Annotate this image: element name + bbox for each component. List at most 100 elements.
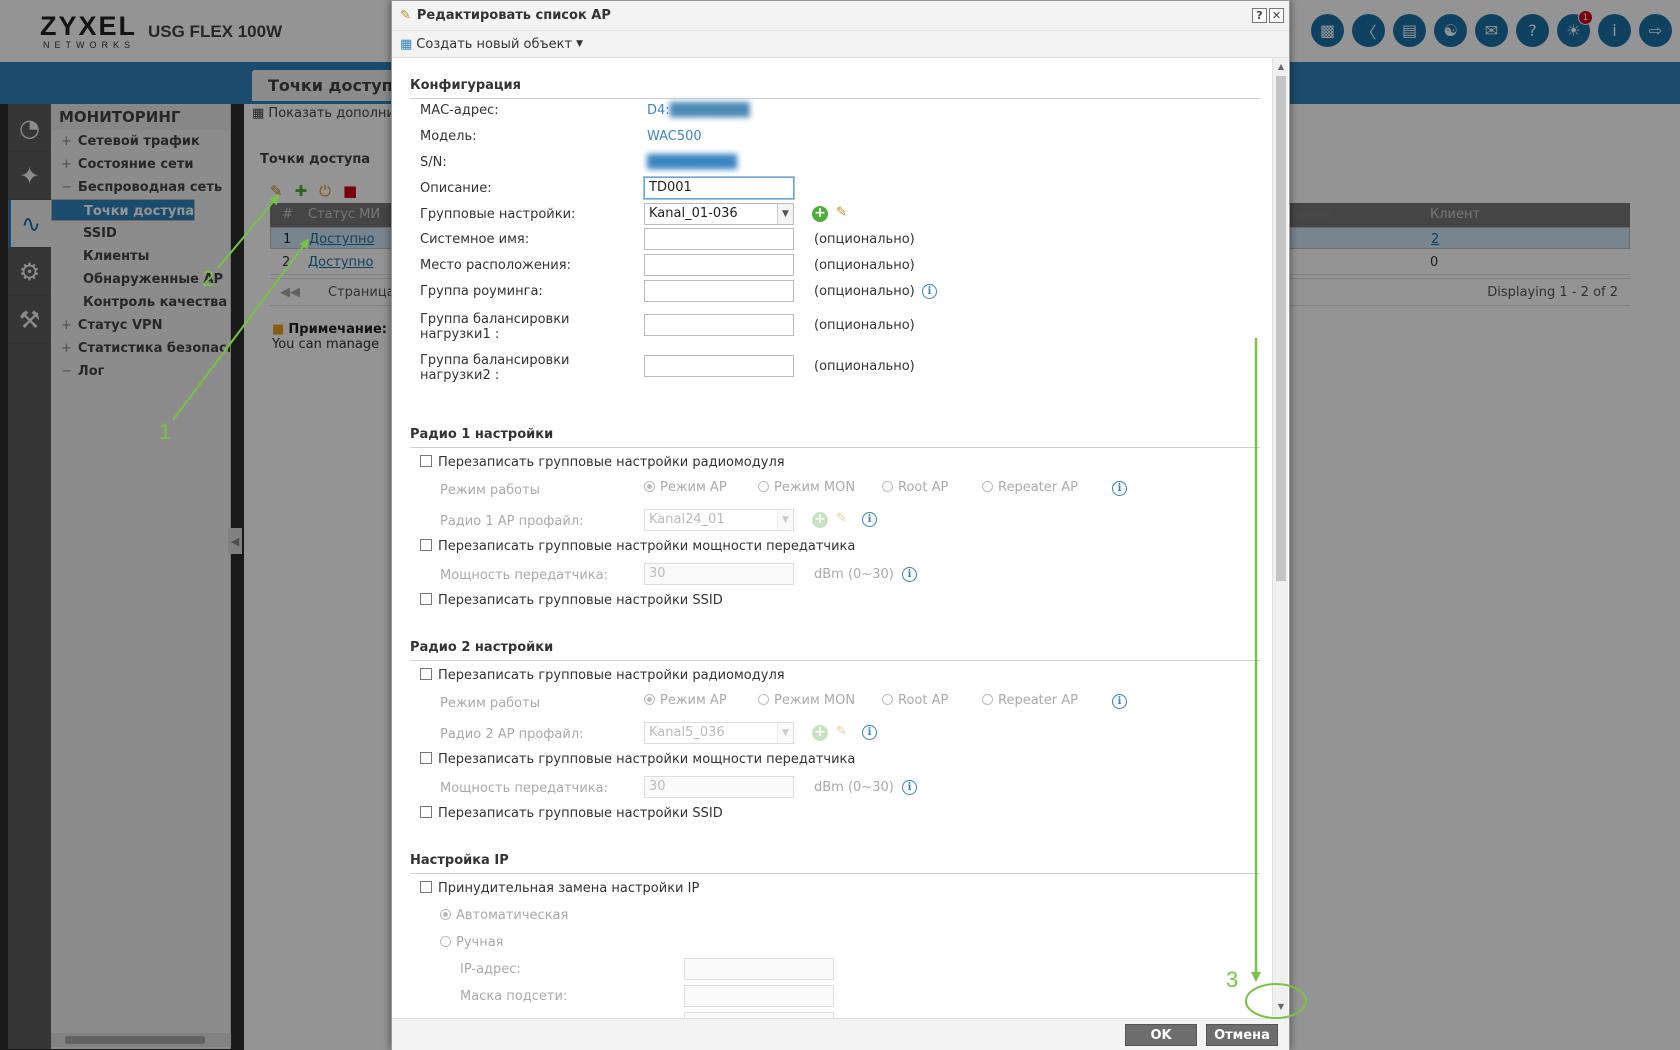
radio2-override-radio-checkbox[interactable]: Перезаписать групповые настройки радиомо… bbox=[420, 668, 785, 683]
ok-button[interactable]: OK bbox=[1125, 1024, 1197, 1046]
system-name-input[interactable] bbox=[644, 228, 794, 250]
lb-group1-label-line2: нагрузки1 : bbox=[420, 327, 500, 342]
radio1-override-power-checkbox[interactable]: Перезаписать групповые настройки мощност… bbox=[420, 539, 855, 554]
lb-group2-label: Группа балансировки нагрузки2 : bbox=[420, 353, 570, 383]
checkbox[interactable] bbox=[420, 668, 432, 680]
checkbox[interactable] bbox=[420, 752, 432, 764]
checkbox-label: Перезаписать групповые настройки SSID bbox=[438, 593, 723, 608]
optional-hint: (опционально) bbox=[814, 318, 915, 333]
chevron-down-icon[interactable]: ▼ bbox=[576, 39, 583, 49]
lb-group1-input[interactable] bbox=[644, 314, 794, 336]
scroll-down-icon[interactable]: ▼ bbox=[1273, 1000, 1289, 1014]
checkbox[interactable] bbox=[420, 881, 432, 893]
lb-group1-label: Группа балансировки нагрузки1 : bbox=[420, 312, 570, 342]
annotation-number-2: 2 bbox=[202, 266, 215, 291]
edit-icon[interactable]: ✎ bbox=[836, 724, 847, 739]
radio1-mode-mon[interactable]: Режим MON bbox=[758, 480, 855, 495]
roaming-group-input[interactable] bbox=[644, 280, 794, 302]
edit-icon[interactable]: ✎ bbox=[836, 511, 847, 526]
radio2-mode-root[interactable]: Root AP bbox=[882, 693, 948, 708]
radio2-override-ssid-checkbox[interactable]: Перезаписать групповые настройки SSID bbox=[420, 806, 723, 821]
optional-hint: (опционально) bbox=[814, 232, 915, 247]
scroll-up-icon[interactable]: ▲ bbox=[1273, 60, 1289, 74]
radio2-profile-value: Kanal5_036 bbox=[649, 725, 725, 740]
info-icon[interactable]: i bbox=[922, 284, 937, 299]
close-icon[interactable]: ✕ bbox=[1269, 8, 1284, 23]
info-icon[interactable]: i bbox=[902, 567, 917, 582]
mac-value-prefix: D4: bbox=[647, 103, 670, 118]
radio1-override-ssid-checkbox[interactable]: Перезаписать групповые настройки SSID bbox=[420, 593, 723, 608]
help-icon[interactable]: ? bbox=[1252, 8, 1267, 23]
radio1-mode-label: Режим работы bbox=[440, 483, 540, 498]
radio1-profile-select[interactable]: Kanal24_01 ▼ bbox=[644, 509, 794, 531]
add-icon[interactable]: + bbox=[812, 206, 828, 222]
optional-hint: (опционально) bbox=[814, 284, 915, 299]
add-icon[interactable]: + bbox=[812, 725, 828, 741]
radio-label: Ручная bbox=[456, 935, 504, 950]
radio1-power-input[interactable]: 30 bbox=[644, 563, 794, 585]
info-icon[interactable]: i bbox=[902, 780, 917, 795]
checkbox[interactable] bbox=[420, 539, 432, 551]
dialog-scrollbar[interactable]: ▲ ▼ bbox=[1272, 58, 1288, 1016]
radio2-mode-repeater[interactable]: Repeater AP bbox=[982, 693, 1078, 708]
radio2-profile-select[interactable]: Kanal5_036 ▼ bbox=[644, 722, 794, 744]
group-settings-select[interactable]: Kanal_01-036 ▼ bbox=[644, 203, 794, 225]
radio-label: Root AP bbox=[898, 693, 949, 708]
edit-ap-dialog: ✎ Редактировать список AP ? ✕ ▦ Создать … bbox=[391, 0, 1290, 1050]
location-label: Место расположения: bbox=[420, 258, 571, 273]
radio-button[interactable] bbox=[982, 694, 993, 705]
chevron-down-icon: ▼ bbox=[777, 204, 793, 224]
radio2-power-input[interactable]: 30 bbox=[644, 776, 794, 798]
radio-label: Root AP bbox=[898, 480, 949, 495]
radio-button[interactable] bbox=[982, 481, 993, 492]
info-icon[interactable]: i bbox=[862, 512, 877, 527]
scrollbar-thumb[interactable] bbox=[1276, 76, 1286, 581]
lb-group2-label-line1: Группа балансировки bbox=[420, 353, 570, 368]
radio2-override-power-checkbox[interactable]: Перезаписать групповые настройки мощност… bbox=[420, 752, 855, 767]
radio-button[interactable] bbox=[758, 694, 769, 705]
info-icon[interactable]: i bbox=[1112, 694, 1127, 709]
radio-button[interactable] bbox=[440, 936, 451, 947]
ip-address-input[interactable] bbox=[684, 958, 834, 980]
ip-manual-radio[interactable]: Ручная bbox=[440, 935, 504, 950]
radio1-mode-repeater[interactable]: Repeater AP bbox=[982, 480, 1078, 495]
radio1-mode-root[interactable]: Root AP bbox=[882, 480, 948, 495]
radio1-profile-label: Радио 1 AP профайл: bbox=[440, 514, 584, 529]
ip-auto-radio[interactable]: Автоматическая bbox=[440, 908, 568, 923]
model-label: Модель: bbox=[420, 129, 477, 144]
radio1-mode-ap[interactable]: Режим AP bbox=[644, 480, 727, 495]
info-icon[interactable]: i bbox=[1112, 481, 1127, 496]
ip-heading: Настройка IP bbox=[410, 853, 1260, 874]
radio-button[interactable] bbox=[644, 694, 655, 705]
force-ip-checkbox[interactable]: Принудительная замена настройки IP bbox=[420, 881, 699, 896]
location-input[interactable] bbox=[644, 254, 794, 276]
config-heading: Конфигурация bbox=[410, 78, 1260, 99]
dialog-title: Редактировать список AP bbox=[416, 8, 611, 23]
lb-group2-label-line2: нагрузки2 : bbox=[420, 368, 500, 383]
checkbox[interactable] bbox=[420, 806, 432, 818]
info-icon[interactable]: i bbox=[862, 725, 877, 740]
subnet-mask-input[interactable] bbox=[684, 985, 834, 1007]
create-object-menu[interactable]: Создать новый объект bbox=[416, 37, 572, 52]
radio-label: Режим AP bbox=[660, 693, 727, 708]
description-input[interactable]: TD001 bbox=[644, 177, 794, 199]
dialog-footer: OK Отмена bbox=[392, 1018, 1289, 1050]
radio1-override-radio-checkbox[interactable]: Перезаписать групповые настройки радиомо… bbox=[420, 455, 785, 470]
chevron-down-icon: ▼ bbox=[777, 723, 793, 743]
radio2-mode-ap[interactable]: Режим AP bbox=[644, 693, 727, 708]
checkbox[interactable] bbox=[420, 455, 432, 467]
radio-button[interactable] bbox=[882, 694, 893, 705]
radio-button[interactable] bbox=[440, 909, 451, 920]
add-icon[interactable]: + bbox=[812, 512, 828, 528]
radio-button[interactable] bbox=[644, 481, 655, 492]
dialog-title-bar: ✎ Редактировать список AP ? ✕ bbox=[392, 1, 1289, 31]
cancel-button[interactable]: Отмена bbox=[1206, 1024, 1278, 1046]
radio2-mode-mon[interactable]: Режим MON bbox=[758, 693, 855, 708]
edit-icon[interactable]: ✎ bbox=[836, 205, 847, 220]
checkbox[interactable] bbox=[420, 593, 432, 605]
radio-button[interactable] bbox=[758, 481, 769, 492]
lb-group2-input[interactable] bbox=[644, 355, 794, 377]
annotation-number-3: 3 bbox=[1226, 967, 1239, 992]
radio-button[interactable] bbox=[882, 481, 893, 492]
group-settings-value: Kanal_01-036 bbox=[649, 206, 738, 221]
